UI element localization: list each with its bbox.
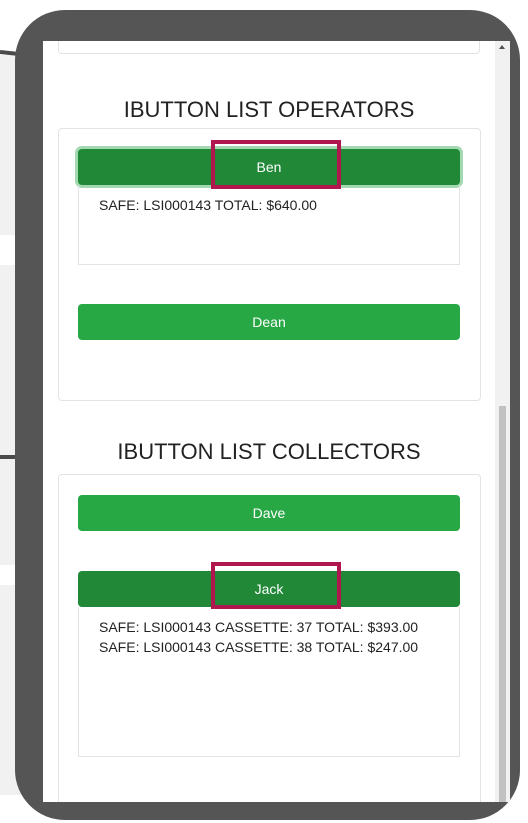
scrollbar-thumb[interactable] (499, 406, 506, 802)
operator-button-dean[interactable]: Dean (78, 304, 460, 340)
collectors-section-title: IBUTTON LIST COLLECTORS (117, 439, 421, 464)
collectors-card: Dave Jack SAFE: LSI000143 CASSETTE: 37 T… (58, 474, 481, 802)
operator-button-ben[interactable]: Ben (78, 149, 460, 185)
collector-button-jack[interactable]: Jack (78, 571, 460, 607)
vertical-scrollbar[interactable] (495, 41, 510, 802)
scroll-up-arrow-icon[interactable] (499, 45, 505, 49)
operators-section-title: IBUTTON LIST OPERATORS (123, 97, 415, 122)
detail-line: SAFE: LSI000143 CASSETTE: 37 TOTAL: $393… (99, 619, 419, 635)
operator-ben-details: SAFE: LSI000143 TOTAL: $640.00 (78, 185, 460, 265)
previous-card-bottom (58, 41, 480, 54)
operators-card: Ben SAFE: LSI000143 TOTAL: $640.00 Dean (58, 128, 481, 401)
collector-button-dave[interactable]: Dave (78, 495, 460, 531)
collector-jack-details: SAFE: LSI000143 CASSETTE: 37 TOTAL: $393… (78, 607, 460, 757)
app-screen: IBUTTON LIST OPERATORS Ben SAFE: LSI0001… (43, 41, 510, 802)
detail-line: SAFE: LSI000143 TOTAL: $640.00 (99, 197, 317, 213)
detail-line: SAFE: LSI000143 CASSETTE: 38 TOTAL: $247… (99, 639, 419, 655)
